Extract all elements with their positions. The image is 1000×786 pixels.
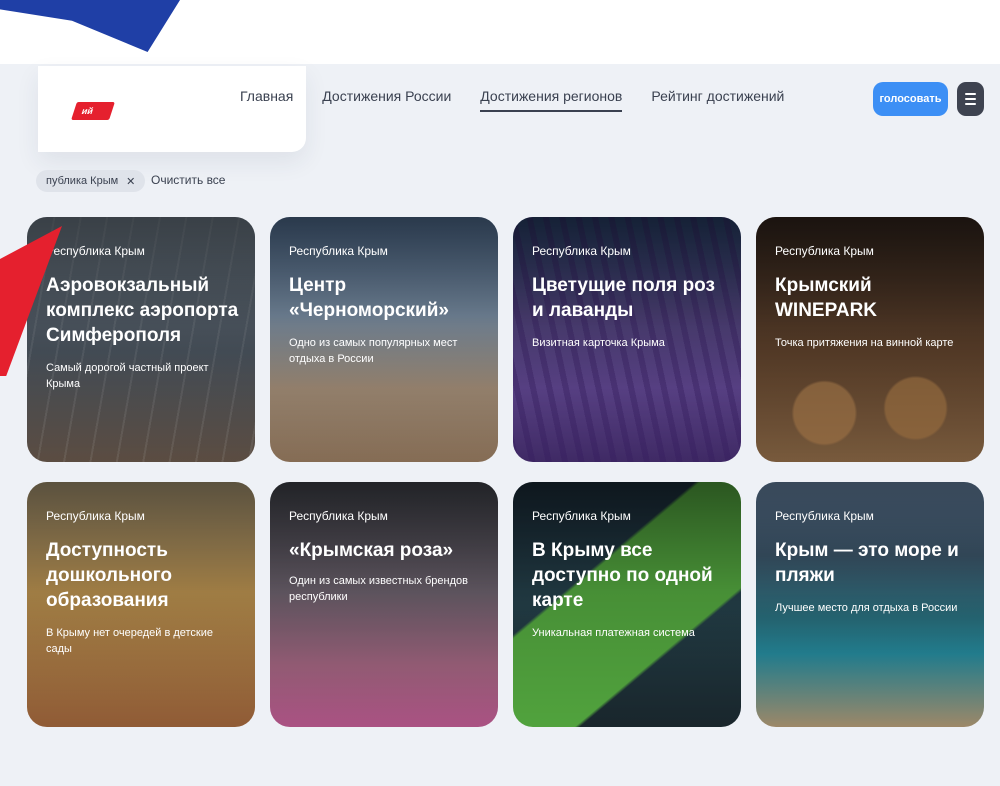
card-region: Республика Крым: [532, 244, 631, 258]
card-title: Крым — это море и пляжи: [775, 540, 959, 586]
card-title: В Крыму все доступно по одной карте: [532, 540, 713, 611]
close-icon[interactable]: ✕: [126, 175, 135, 188]
card-description: Одно из самых популярных мест отдыха в Р…: [289, 337, 458, 365]
logo[interactable]: ий: [71, 102, 115, 120]
card-description: В Крыму нет очередей в детские сады: [46, 627, 214, 655]
card-region: Республика Крым: [775, 244, 874, 258]
card-description: Лучшее место для отдыха в России: [775, 602, 958, 614]
card-region: Республика Крым: [46, 244, 145, 258]
card-description: Один из самых известных брендов республи…: [289, 575, 468, 603]
achievement-card[interactable]: Республика Крым Крым — это море и пляжи …: [756, 482, 984, 727]
card-description: Самый дорогой частный проект Крыма: [46, 362, 209, 390]
card-region: Республика Крым: [289, 244, 388, 258]
filter-chip[interactable]: публика Крым ✕: [36, 170, 146, 192]
hamburger-icon-line: [965, 103, 976, 105]
vote-button[interactable]: голосовать: [873, 82, 948, 116]
nav-item-rating[interactable]: Рейтинг достижений: [651, 88, 784, 112]
achievement-card[interactable]: Республика Крым Крымский WINEPARK Точка …: [756, 217, 984, 462]
hamburger-icon: [965, 93, 976, 95]
card-description: Уникальная платежная система: [532, 627, 695, 639]
card-region: Республика Крым: [775, 509, 874, 523]
clear-all-link[interactable]: Очистить все: [151, 173, 225, 187]
achievement-card[interactable]: Республика Крым Аэровокзальный комплекс …: [27, 217, 255, 462]
card-region: Республика Крым: [46, 509, 145, 523]
menu-button[interactable]: [957, 82, 984, 116]
achievement-card[interactable]: Республика Крым В Крыму все доступно по …: [513, 482, 741, 727]
achievement-card[interactable]: Республика Крым «Крымская роза» Один из …: [270, 482, 498, 727]
card-title: Центр «Черноморский»: [289, 275, 449, 321]
achievement-card[interactable]: Республика Крым Центр «Черноморский» Одн…: [270, 217, 498, 462]
card-title: Крымский WINEPARK: [775, 275, 878, 321]
filter-chip-label: публика Крым: [46, 175, 119, 187]
card-description: Визитная карточка Крыма: [532, 337, 665, 349]
logo-text: ий: [80, 106, 95, 116]
nav-item-russia-achievements[interactable]: Достижения России: [322, 88, 451, 112]
card-description: Точка притяжения на винной карте: [775, 337, 954, 349]
nav-item-region-achievements[interactable]: Достижения регионов: [480, 88, 623, 112]
achievement-card[interactable]: Республика Крым Цветущие поля роз и лава…: [513, 217, 741, 462]
card-region: Республика Крым: [289, 509, 388, 523]
nav-item-home[interactable]: Главная: [240, 88, 293, 112]
achievement-card[interactable]: Республика Крым Доступность дошкольного …: [27, 482, 255, 727]
card-title: Цветущие поля роз и лаванды: [532, 275, 715, 321]
main-nav: Главная Достижения России Достижения рег…: [240, 88, 784, 112]
card-region: Республика Крым: [532, 509, 631, 523]
card-title: Доступность дошкольного образования: [46, 540, 172, 611]
card-title: «Крымская роза»: [289, 540, 454, 561]
card-title: Аэровокзальный комплекс аэропорта Симфер…: [46, 275, 239, 346]
hamburger-icon-line: [965, 98, 976, 100]
